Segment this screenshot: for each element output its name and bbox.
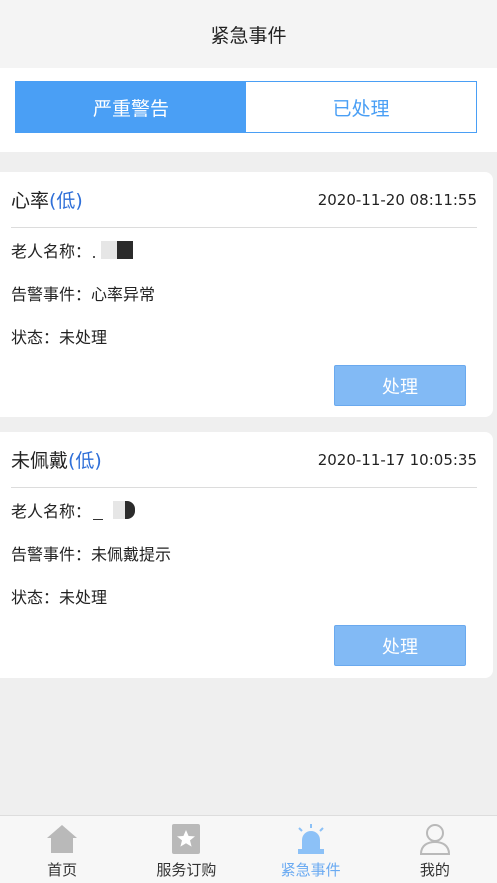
tabbar-item-emergency[interactable]: 紧急事件 xyxy=(249,816,373,883)
segment-tabs: 严重警告 已处理 xyxy=(15,81,477,133)
status-value: 未处理 xyxy=(59,328,108,347)
tabbar-item-mine[interactable]: 我的 xyxy=(373,816,497,883)
event-card-header: 心率(低) 2020-11-20 08:11:55 xyxy=(11,172,477,228)
alarm-event-row: 告警事件： 未佩戴提示 xyxy=(11,541,171,565)
event-title: 心率(低) xyxy=(11,186,83,213)
alarm-event-row: 告警事件： 心率异常 xyxy=(11,281,155,305)
tabbar-label: 服务订购 xyxy=(156,861,217,879)
tabbar-label: 紧急事件 xyxy=(280,861,341,879)
event-title: 未佩戴(低) xyxy=(11,446,102,473)
event-card: 心率(低) 2020-11-20 08:11:55 老人名称： 告警事件： 心率… xyxy=(0,172,493,417)
status-label: 状态： xyxy=(11,588,60,607)
alarm-event-value: 未佩戴提示 xyxy=(91,545,172,564)
bottom-tab-bar: 首页 服务订购 紧急事件 我的 xyxy=(0,815,497,883)
event-card: 未佩戴(低) 2020-11-17 10:05:35 老人名称： 告警事件： 未… xyxy=(0,432,493,678)
status-row: 状态： 未处理 xyxy=(11,324,107,348)
elder-name-row: 老人名称： xyxy=(11,238,134,262)
tab-processed[interactable]: 已处理 xyxy=(246,82,476,132)
top-header: 紧急事件 xyxy=(0,0,497,68)
event-time: 2020-11-20 08:11:55 xyxy=(317,190,477,209)
process-button[interactable]: 处理 xyxy=(334,625,466,666)
segment-tabs-area: 严重警告 已处理 xyxy=(0,68,497,152)
elder-name-masked-image xyxy=(93,240,134,260)
tab-severe-warning[interactable]: 严重警告 xyxy=(16,82,246,132)
event-card-header: 未佩戴(低) 2020-11-17 10:05:35 xyxy=(11,432,477,488)
alarm-event-value: 心率异常 xyxy=(91,285,156,304)
alarm-event-label: 告警事件： xyxy=(11,545,92,564)
event-level: (低) xyxy=(68,450,102,472)
alarm-siren-icon xyxy=(293,822,329,856)
status-value: 未处理 xyxy=(59,588,108,607)
event-time: 2020-11-17 10:05:35 xyxy=(317,450,477,469)
page-title: 紧急事件 xyxy=(210,24,287,47)
process-button[interactable]: 处理 xyxy=(334,365,466,406)
event-type: 未佩戴 xyxy=(11,450,69,472)
event-level: (低) xyxy=(49,190,83,212)
home-icon xyxy=(44,822,80,856)
status-row: 状态： 未处理 xyxy=(11,584,107,608)
elder-name-label: 老人名称： xyxy=(11,502,92,521)
elder-name-label: 老人名称： xyxy=(11,242,92,261)
status-label: 状态： xyxy=(11,328,60,347)
tabbar-item-service-order[interactable]: 服务订购 xyxy=(124,816,248,883)
user-icon xyxy=(417,822,453,856)
tabbar-item-home[interactable]: 首页 xyxy=(0,816,124,883)
event-type: 心率 xyxy=(11,190,50,212)
tabbar-label: 首页 xyxy=(47,861,78,879)
alarm-event-label: 告警事件： xyxy=(11,285,92,304)
tabbar-label: 我的 xyxy=(419,861,450,879)
elder-name-row: 老人名称： xyxy=(11,498,136,522)
elder-name-masked-image xyxy=(93,500,136,520)
star-bookmark-icon xyxy=(168,822,204,856)
